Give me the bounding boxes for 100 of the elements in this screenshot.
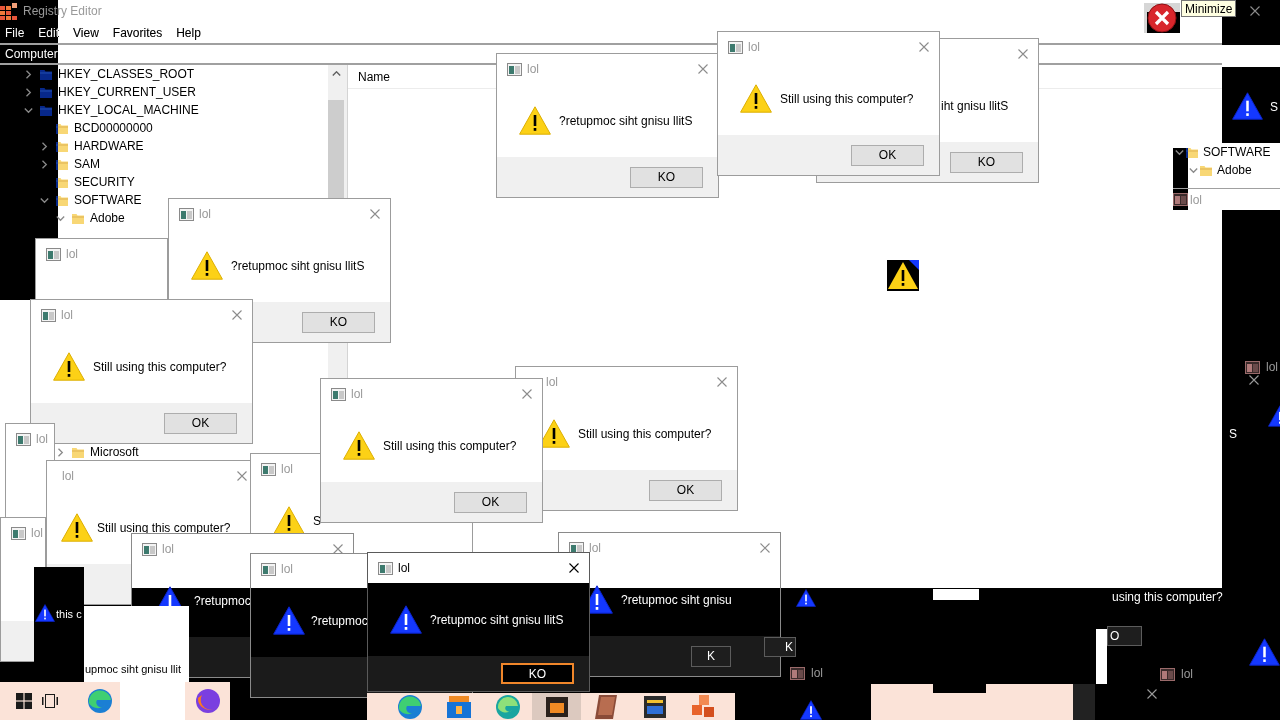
message-text: Still using this computer?: [780, 92, 914, 105]
tooltip: Minimize: [1181, 0, 1237, 17]
menu-item[interactable]: Help: [176, 25, 201, 40]
message-text: ?retupmoc siht gnisu llitS: [231, 259, 365, 272]
tree-item[interactable]: HKEY_CURRENT_USER: [58, 85, 197, 99]
window-title: lol: [527, 62, 539, 76]
folder-icon: [40, 104, 52, 116]
window-icon: [41, 308, 56, 322]
dialog-button[interactable]: OK: [851, 144, 924, 166]
tree-item[interactable]: Microsoft: [90, 445, 139, 459]
window-title: lol: [281, 462, 293, 476]
window-title: lol: [162, 542, 174, 556]
window-icon: [378, 561, 393, 575]
window-title: lol: [61, 308, 73, 322]
app-icon[interactable]: [545, 696, 568, 717]
book-icon[interactable]: [594, 694, 617, 719]
tree-item[interactable]: Adobe: [90, 211, 125, 225]
message-text: this c: [56, 607, 82, 621]
chevron-down-icon[interactable]: [1174, 147, 1184, 157]
tree-item[interactable]: SOFTWARE: [74, 193, 142, 207]
error-icon: [1144, 3, 1180, 33]
folder-icon: [1186, 146, 1198, 158]
menu-item[interactable]: View: [73, 25, 99, 40]
close-icon[interactable]: [569, 563, 579, 573]
browser-icon[interactable]: [397, 694, 422, 719]
cubes-icon[interactable]: [691, 694, 716, 719]
dialog-button[interactable]: KO: [950, 151, 1023, 173]
tree-item[interactable]: SAM: [74, 157, 100, 171]
message-text: ?retupmoc siht gnisu llitS: [559, 114, 693, 127]
windows-logo-icon[interactable]: [16, 693, 32, 709]
chevron-right-icon[interactable]: [39, 159, 49, 169]
address-bar[interactable]: Computer: [5, 47, 58, 61]
chevron-right-icon[interactable]: [23, 87, 33, 97]
browser-icon[interactable]: [195, 689, 220, 713]
window-icon: [46, 247, 61, 261]
close-icon[interactable]: [1249, 375, 1259, 385]
tree-item[interactable]: HARDWARE: [74, 139, 144, 153]
dialog-button[interactable]: KO: [630, 166, 703, 188]
dialog-button[interactable]: OK: [454, 491, 527, 513]
message-text: ?retupmoc: [194, 594, 251, 607]
dialog-button[interactable]: KO: [302, 311, 375, 333]
dialog-button[interactable]: O: [1107, 626, 1142, 646]
window-icon: [507, 62, 522, 76]
tree-item[interactable]: BCD00000000: [74, 121, 153, 135]
folder-icon: [72, 446, 84, 458]
dialog-button[interactable]: OK: [649, 479, 722, 501]
dialog-button[interactable]: K: [764, 637, 796, 657]
window-icon: [142, 542, 157, 556]
window-icon: [790, 666, 805, 680]
message-text: Still using this computer?: [383, 439, 517, 452]
tree-item[interactable]: SECURITY: [74, 175, 135, 189]
dialog-button[interactable]: OK: [164, 412, 237, 434]
browser-icon[interactable]: [88, 689, 112, 713]
window-title: lol: [811, 666, 823, 680]
window-title: lol: [546, 375, 558, 389]
window-icon: [1245, 360, 1260, 374]
window-title: lol: [199, 207, 211, 221]
chevron-right-icon[interactable]: [23, 69, 33, 79]
tree-item[interactable]: SOFTWARE: [1203, 145, 1271, 159]
warning-icon: [1232, 92, 1263, 120]
close-icon[interactable]: [1250, 6, 1260, 16]
window-title: lol: [748, 40, 760, 54]
warning-icon: [61, 513, 93, 542]
warning-icon: [1268, 405, 1280, 427]
tree-item[interactable]: Adobe: [1217, 163, 1252, 177]
shopping-bag-icon[interactable]: [446, 695, 471, 718]
warning-icon: [1249, 638, 1280, 666]
message-text: S: [313, 514, 321, 527]
warning-icon: [390, 605, 422, 634]
folder-icon: [56, 194, 68, 206]
message-text: ?retupmoc siht gnisu llitS: [430, 613, 564, 626]
taskbar-button[interactable]: [532, 693, 581, 720]
column-header[interactable]: Name: [358, 69, 390, 84]
folder-icon: [40, 86, 52, 98]
window-icon: [1160, 667, 1175, 681]
menu-item[interactable]: Favorites: [112, 25, 163, 40]
window-icon: [11, 526, 26, 540]
close-icon[interactable]: [1147, 689, 1157, 699]
message-text: Still using this computer?: [578, 427, 712, 440]
warning-icon: [800, 700, 822, 720]
tree-item[interactable]: HKEY_CLASSES_ROOT: [58, 67, 195, 81]
tree-item[interactable]: HKEY_LOCAL_MACHINE: [58, 103, 199, 117]
dialog-button[interactable]: KO: [501, 663, 574, 684]
window-title: lol: [351, 387, 363, 401]
glitch-block: [933, 684, 986, 693]
chevron-up-icon[interactable]: [331, 71, 341, 76]
window-title: lol: [1181, 667, 1193, 681]
folder-icon: [1200, 164, 1212, 176]
app-icon: [0, 2, 17, 20]
chevron-down-icon[interactable]: [55, 213, 65, 223]
chevron-right-icon[interactable]: [55, 447, 65, 457]
dialog-button[interactable]: K: [691, 645, 731, 667]
message-text: using this computer?: [1112, 590, 1223, 604]
chevron-right-icon[interactable]: [39, 141, 49, 151]
task-view-icon[interactable]: [42, 694, 58, 708]
window-title: lol: [36, 432, 48, 446]
app-icon[interactable]: [643, 695, 666, 718]
menu-item[interactable]: File: [5, 25, 25, 40]
folder-icon: [72, 212, 84, 224]
message-fragment: upmoc siht gnisu llit: [84, 606, 189, 682]
